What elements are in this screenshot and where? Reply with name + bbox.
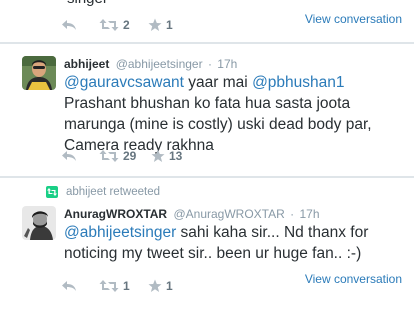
author-name[interactable]: abhijeet [64, 57, 109, 71]
tweet-1[interactable]: singer 2 1 View conversation [0, 0, 414, 42]
avatar[interactable] [22, 206, 56, 240]
author-handle[interactable]: @abhijeetsinger [116, 57, 203, 71]
mention-link[interactable]: @abhijeetsinger [64, 224, 176, 241]
reply-icon [62, 281, 76, 291]
avatar[interactable] [22, 56, 56, 90]
retweet-icon [99, 150, 119, 162]
mention-link[interactable]: @pbhushan1 [252, 74, 344, 91]
tweet-2-header: abhijeet @abhijeetsinger · 17h [64, 57, 237, 71]
tweet-text-segment: yaar mai [184, 74, 253, 91]
tweet-3-text: @abhijeetsinger sahi kaha sir... Nd than… [64, 222, 408, 264]
favorite-button[interactable]: 13 [151, 149, 182, 163]
reply-icon [62, 151, 76, 161]
retweeted-by: abhijeet retweeted [46, 186, 160, 198]
favorite-button[interactable]: 1 [148, 18, 173, 32]
view-conversation-link[interactable]: View conversation [305, 12, 402, 26]
separator-dot: · [207, 57, 212, 71]
favorite-count: 1 [166, 18, 173, 32]
avatar-image [22, 206, 56, 240]
tweet-3-header: AnuragWROXTAR @AnuragWROXTAR · 17h [64, 207, 320, 221]
retweet-count: 29 [123, 149, 137, 163]
retweet-icon [99, 280, 119, 292]
tweet-2[interactable]: abhijeet @abhijeetsinger · 17h @gauravcs… [0, 44, 414, 176]
retweet-icon [99, 19, 119, 31]
tweet-3[interactable]: abhijeet retweeted AnuragWROXTAR @Anurag… [0, 178, 414, 310]
tweet-3-actions: 1 1 [61, 276, 173, 296]
retweet-count: 1 [123, 279, 130, 293]
retweet-badge-icon [46, 186, 58, 198]
favorite-button[interactable]: 1 [148, 279, 173, 293]
retweet-button[interactable]: 29 [99, 149, 151, 163]
reply-button[interactable] [61, 279, 99, 293]
timestamp[interactable]: 17h [217, 57, 237, 71]
view-conversation-link[interactable]: View conversation [305, 272, 402, 286]
star-icon [148, 279, 162, 292]
tweet-1-text: singer [67, 0, 108, 7]
reply-button[interactable] [61, 18, 99, 32]
reply-button[interactable] [61, 149, 99, 163]
avatar-image [22, 56, 56, 90]
retweet-button[interactable]: 2 [99, 18, 148, 32]
reply-icon [62, 20, 76, 30]
star-icon [148, 18, 162, 31]
favorite-count: 13 [169, 149, 183, 163]
retweet-count: 2 [123, 18, 130, 32]
mention-link[interactable]: @gauravcsawant [64, 74, 184, 91]
author-handle[interactable]: @AnuragWROXTAR [173, 207, 284, 221]
tweet-1-actions: 2 1 [61, 15, 173, 35]
retweeted-by-label[interactable]: abhijeet retweeted [66, 186, 160, 198]
retweet-button[interactable]: 1 [99, 279, 148, 293]
favorite-count: 1 [166, 279, 173, 293]
tweet-2-actions: 29 13 [61, 146, 182, 166]
author-name[interactable]: AnuragWROXTAR [64, 207, 167, 221]
timestamp[interactable]: 17h [299, 207, 319, 221]
tweet-2-text: @gauravcsawant yaar mai @pbhushan1 Prash… [64, 72, 408, 156]
separator-dot: · [290, 207, 295, 221]
star-icon [151, 149, 165, 162]
